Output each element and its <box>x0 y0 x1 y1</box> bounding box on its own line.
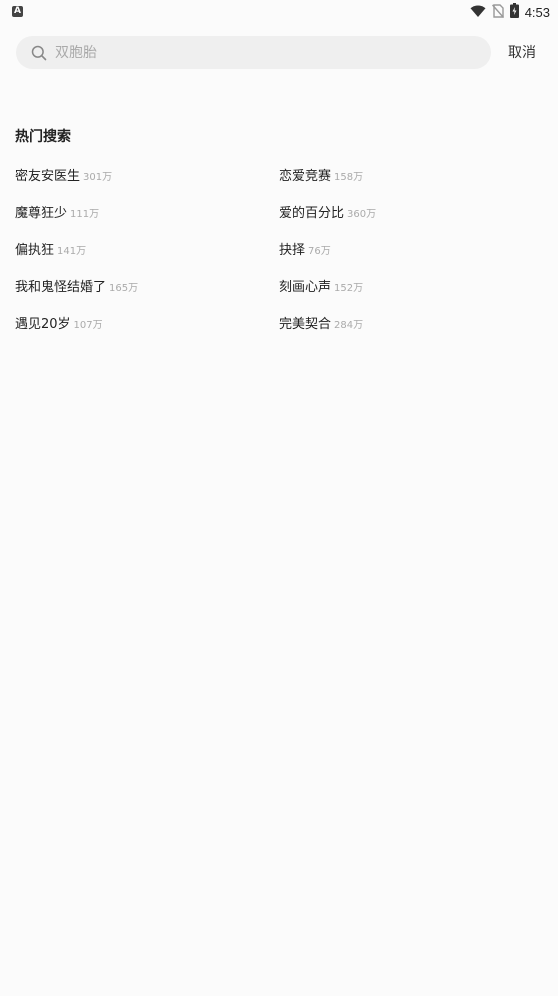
hot-search-title: 热门搜索 <box>15 129 71 145</box>
hot-search-count: 284万 <box>334 320 364 331</box>
status-indicators: 4:53 <box>470 2 550 22</box>
hot-search-count: 76万 <box>308 246 331 257</box>
hot-search-count: 301万 <box>83 172 113 183</box>
hot-search-name: 抉择 <box>279 243 306 258</box>
hot-search-name: 完美契合 <box>279 317 332 332</box>
hot-search-item[interactable]: 遇见20岁 107万 <box>15 313 279 350</box>
hot-search-name: 魔尊狂少 <box>15 206 68 221</box>
hot-search-item[interactable]: 密友安医生 301万 <box>15 165 279 202</box>
hot-search-item[interactable]: 刻画心声 152万 <box>279 276 545 313</box>
no-sim-icon <box>491 3 504 22</box>
hot-search-item[interactable]: 恋爱竞赛 158万 <box>279 165 545 202</box>
search-bar[interactable] <box>16 36 491 69</box>
hot-search-item[interactable]: 我和鬼怪结婚了 165万 <box>15 276 279 313</box>
hot-search-item[interactable]: 完美契合 284万 <box>279 313 545 350</box>
hot-search-item[interactable]: 偏执狂 141万 <box>15 239 279 276</box>
hot-search-name: 遇见20岁 <box>15 317 71 332</box>
hot-search-name: 偏执狂 <box>15 243 55 258</box>
notification-app-icon: A <box>12 6 23 17</box>
status-time: 4:53 <box>524 4 550 20</box>
hot-search-count: 152万 <box>334 283 364 294</box>
search-icon <box>30 44 48 62</box>
hot-search-item[interactable]: 抉择 76万 <box>279 239 545 276</box>
hot-search-count: 158万 <box>334 172 364 183</box>
hot-search-count: 165万 <box>109 283 139 294</box>
status-bar: A 4:53 <box>0 0 558 24</box>
hot-search-count: 141万 <box>57 246 87 257</box>
hot-search-list: 密友安医生 301万 恋爱竞赛 158万 魔尊狂少 111万 爱的百分比 360… <box>15 165 545 350</box>
hot-search-count: 111万 <box>70 209 100 220</box>
hot-search-count: 360万 <box>347 209 377 220</box>
hot-search-name: 密友安医生 <box>15 169 81 184</box>
hot-search-item[interactable]: 魔尊狂少 111万 <box>15 202 279 239</box>
hot-search-count: 107万 <box>73 320 103 331</box>
hot-search-name: 刻画心声 <box>279 280 332 295</box>
cancel-button[interactable]: 取消 <box>508 42 536 62</box>
hot-search-item[interactable]: 爱的百分比 360万 <box>279 202 545 239</box>
battery-charging-icon <box>509 2 519 22</box>
hot-search-name: 我和鬼怪结婚了 <box>15 280 107 295</box>
search-input[interactable] <box>53 43 457 62</box>
hot-search-name: 恋爱竞赛 <box>279 169 332 184</box>
wifi-icon <box>470 3 486 22</box>
hot-search-name: 爱的百分比 <box>279 206 345 221</box>
